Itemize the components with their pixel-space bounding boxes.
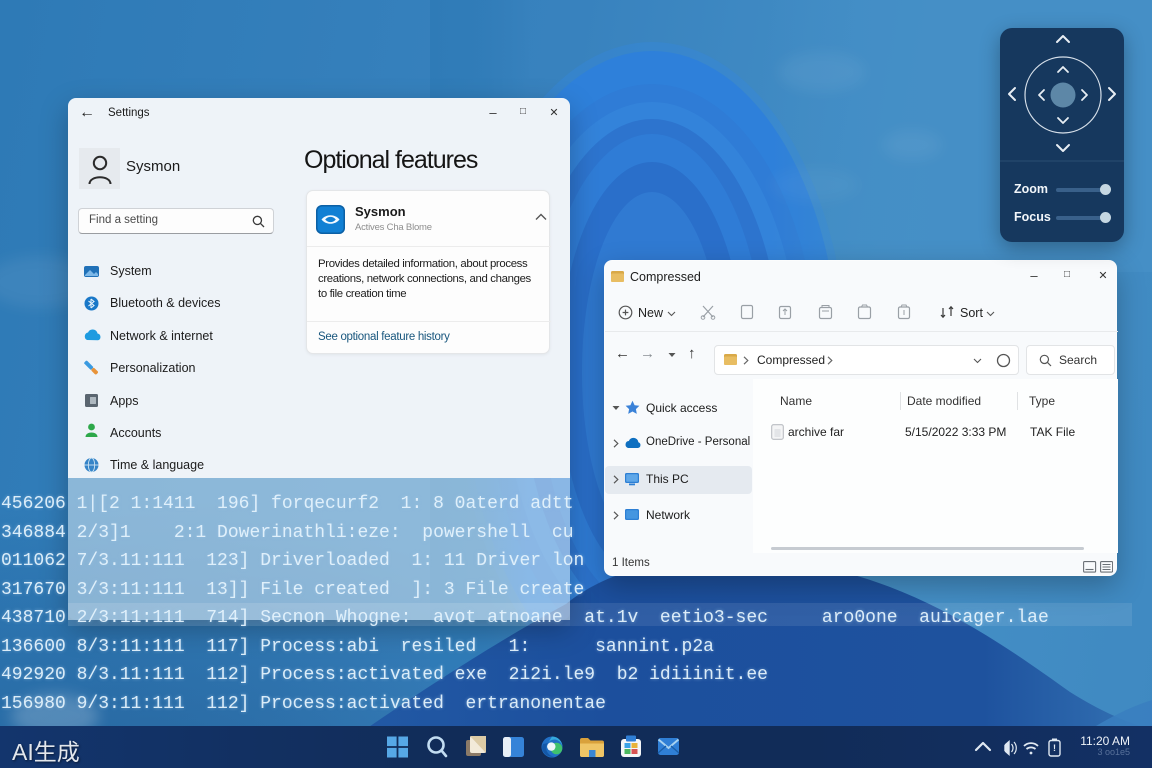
svg-text:!: ! [1053, 743, 1056, 753]
